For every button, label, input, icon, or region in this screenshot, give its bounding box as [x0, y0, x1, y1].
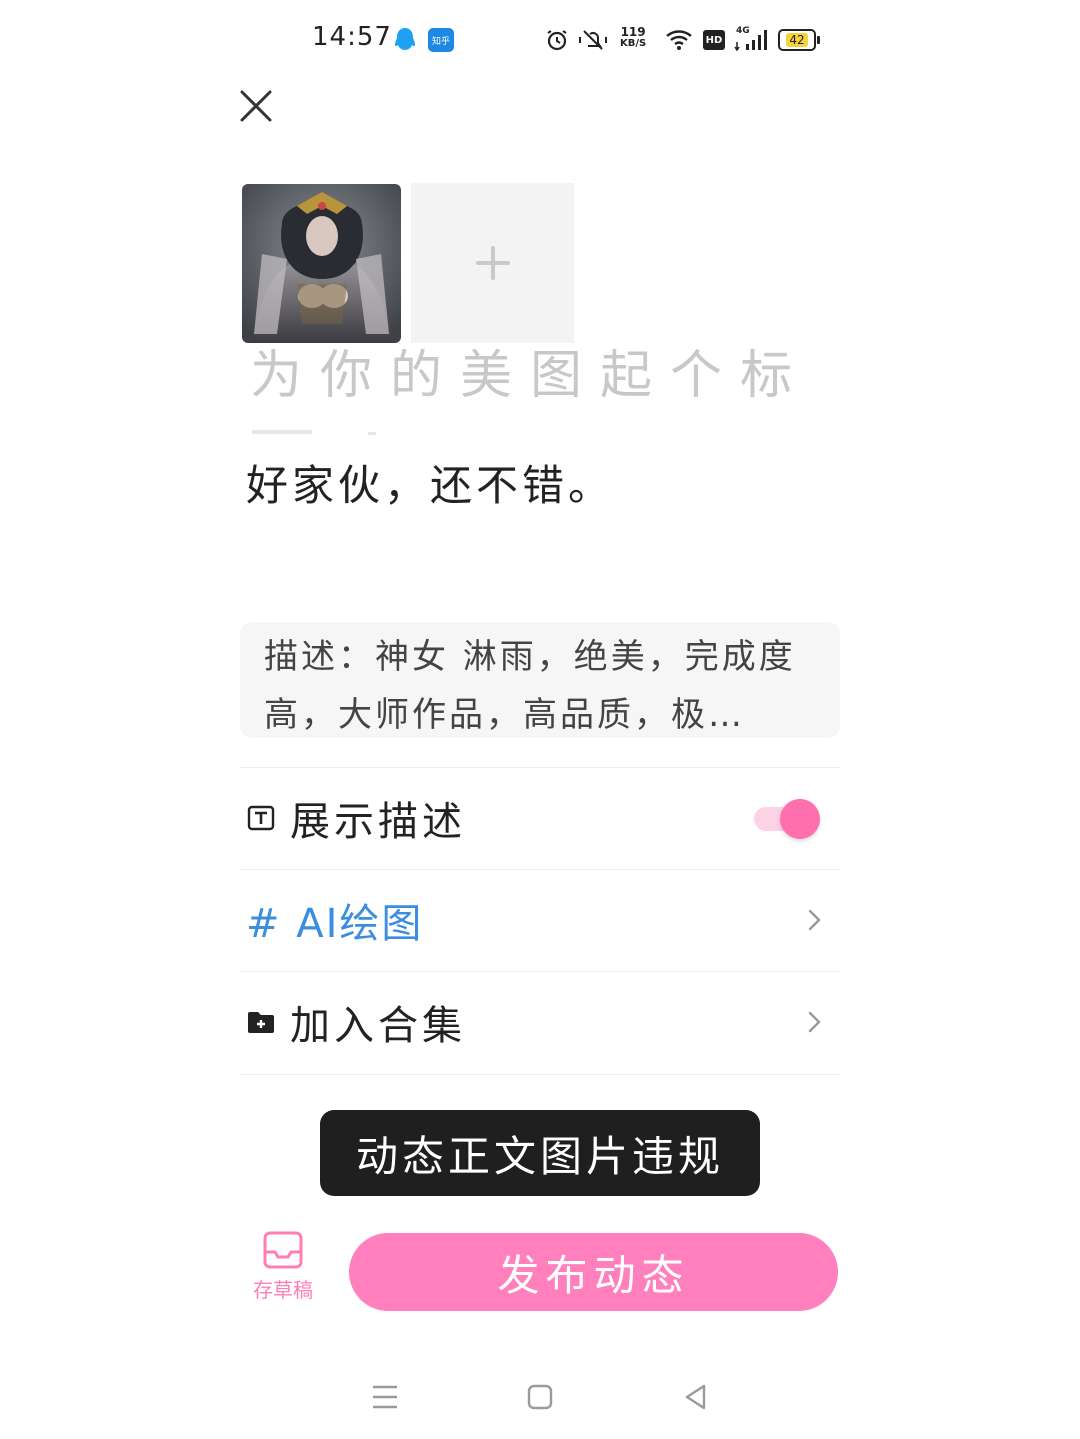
signal-4g-icon: 4G [734, 26, 768, 54]
network-label: 4G [736, 26, 750, 36]
alarm-icon [544, 26, 570, 54]
plus-icon [475, 246, 510, 280]
vibrate-off-icon [578, 26, 608, 54]
topic-row[interactable]: # AI绘图 [240, 870, 840, 970]
divider [240, 1074, 840, 1075]
menu-nav-icon[interactable] [368, 1380, 402, 1414]
battery-level: 42 [786, 33, 808, 47]
title-placeholder[interactable]: 为你的美图起个标 [250, 344, 810, 404]
show-description-toggle[interactable] [754, 799, 820, 839]
net-speed-value: 119 [620, 25, 646, 39]
chevron-right-icon [808, 909, 821, 931]
home-nav-icon[interactable] [523, 1380, 557, 1414]
description-text: 描述：神女 淋雨，绝美，完成度高，大师作品，高品质，极… [264, 637, 796, 735]
hd-icon: HD [703, 30, 725, 50]
close-button[interactable] [236, 86, 276, 126]
add-to-collection-label: 加入合集 [290, 1003, 466, 1049]
zhihu-icon: 知乎 [428, 28, 454, 52]
goddess-artwork-image [242, 184, 401, 343]
qq-icon [393, 26, 417, 54]
title-placeholder-fragment [252, 430, 312, 434]
wifi-icon [664, 26, 694, 54]
text-box-icon [246, 803, 276, 833]
folder-add-icon [246, 1007, 276, 1037]
topic-label: # AI绘图 [246, 901, 424, 947]
add-image-button[interactable] [411, 183, 574, 343]
chevron-right-icon [808, 1011, 821, 1033]
draft-box-icon [263, 1231, 303, 1269]
back-nav-icon[interactable] [679, 1380, 713, 1414]
uploaded-image-thumbnail[interactable] [242, 184, 401, 343]
violation-toast: 动态正文图片违规 [320, 1110, 760, 1196]
post-body-text[interactable]: 好家伙，还不错。 [246, 452, 614, 513]
publish-button[interactable]: 发布动态 [349, 1233, 838, 1311]
net-speed-unit: KB/S [620, 38, 647, 49]
save-draft-label: 存草稿 [253, 1278, 313, 1302]
save-draft-button[interactable]: 存草稿 [248, 1230, 318, 1303]
close-icon [240, 90, 272, 122]
net-speed: 119 KB/S [620, 26, 646, 50]
title-placeholder-fragment-dot [368, 432, 376, 435]
status-time: 14:57 [312, 22, 392, 52]
description-box[interactable]: 描述：神女 淋雨，绝美，完成度高，大师作品，高品质，极… [240, 622, 840, 738]
battery-icon: 42 [778, 29, 820, 51]
toggle-knob [780, 799, 820, 839]
show-description-label: 展示描述 [290, 799, 466, 845]
show-description-row: 展示描述 [240, 768, 840, 868]
add-to-collection-row[interactable]: 加入合集 [240, 972, 840, 1072]
